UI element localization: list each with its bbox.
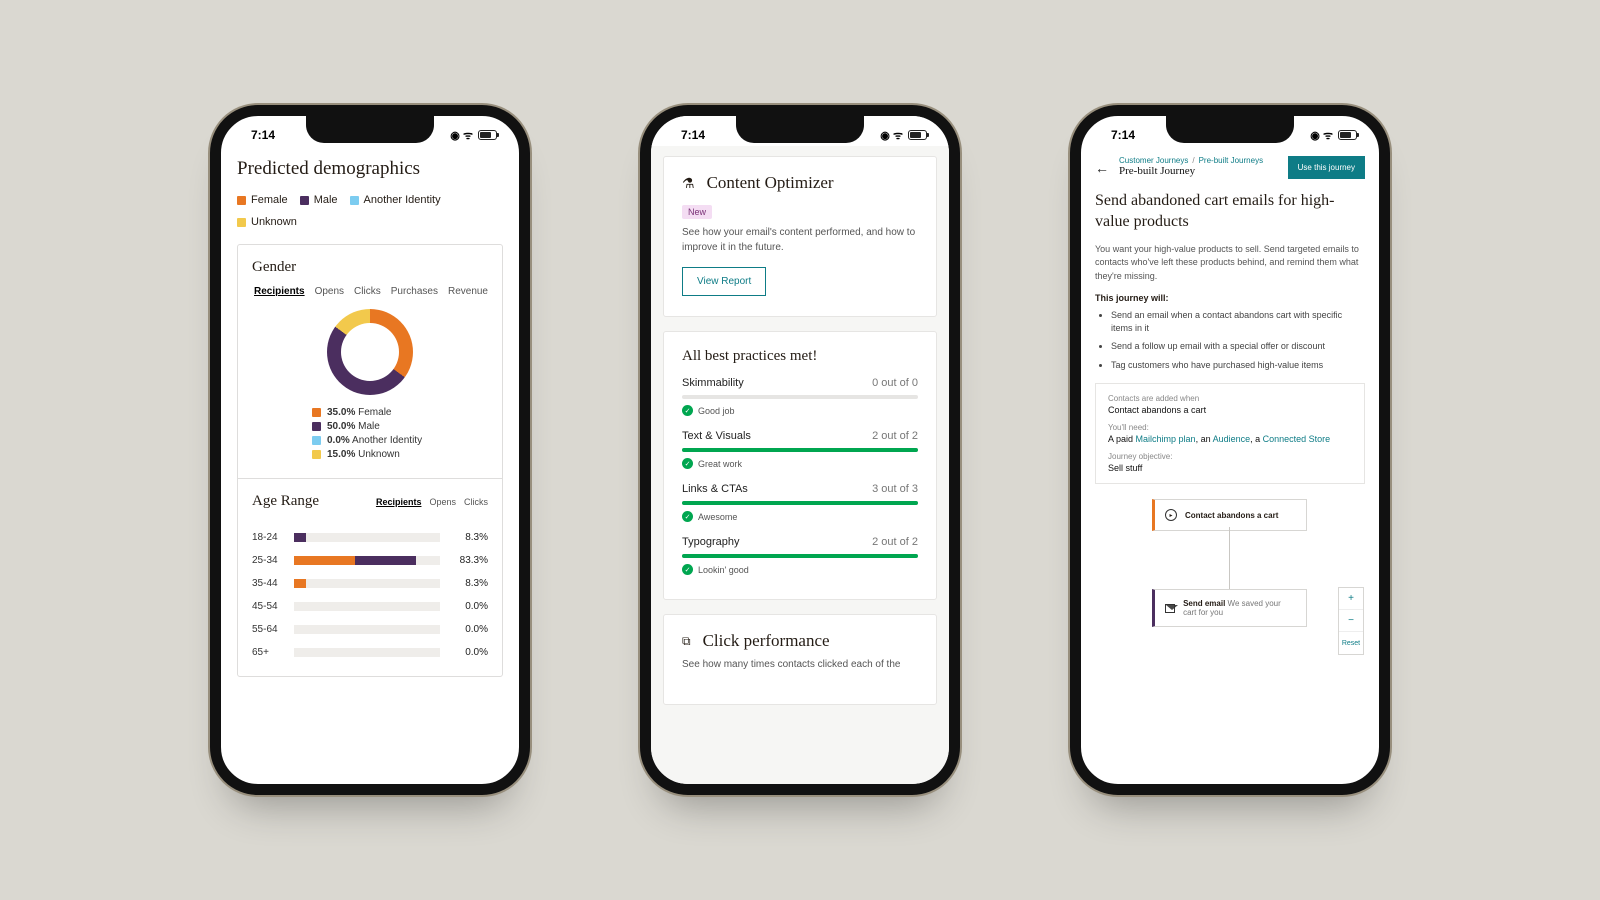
phone-journey: 7:14 ◉ ᯤ ← Customer Journeys / Pre-built… [1070,105,1390,795]
journey-desc: You want your high-value products to sel… [1095,243,1365,284]
trigger-icon: ▸ [1165,509,1177,521]
tab-recipients[interactable]: Recipients [254,286,305,297]
page-title: Predicted demographics [237,158,503,180]
page-header: ← Customer Journeys / Pre-built Journeys… [1095,156,1365,179]
best-practice-item: Skimmability0 out of 0 ✓Good job [682,377,918,416]
best-practices-title: All best practices met! [682,348,918,365]
status-time: 7:14 [681,128,705,142]
best-practice-item: Text & Visuals2 out of 2 ✓Great work [682,430,918,469]
envelope-icon [1165,604,1175,613]
breadcrumb-item[interactable]: Pre-built Journeys [1199,156,1263,165]
status-time: 7:14 [1111,128,1135,142]
gender-legend-row: 50.0% Male [312,421,380,432]
journey-will-list: Send an email when a contact abandons ca… [1095,309,1365,371]
cursor-icon: ⧉ [682,634,691,649]
journey-will-label: This journey will: [1095,293,1365,303]
phone-notch [736,115,864,143]
journey-flow: ▸ Contact abandons a cart Send email We … [1095,498,1365,668]
gender-breakdown: 35.0% Female 50.0% Male 0.0% Another Ident… [252,407,488,460]
zoom-out-button[interactable]: − [1339,610,1363,632]
phone-optimizer: 7:14 ◉ ᯤ ⚗ Content Optimizer New See how… [640,105,960,795]
age-title: Age Range [252,493,319,510]
check-icon: ✓ [682,511,693,522]
zoom-controls: + − Reset [1338,587,1364,655]
flask-icon: ⚗ [682,175,695,192]
zoom-reset-button[interactable]: Reset [1339,632,1363,654]
gender-tabs: Recipients Opens Clicks Purchases Revenu… [252,286,488,297]
optimizer-title: Content Optimizer [707,173,834,193]
content-optimizer-panel: ⚗ Content Optimizer New See how your ema… [663,156,937,317]
optimizer-desc: See how your email's content performed, … [682,225,918,255]
tab-clicks[interactable]: Clicks [354,286,381,297]
gender-legend-row: 15.0% Unknown [312,449,400,460]
age-row: 55-640.0% [252,624,488,635]
battery-icon [478,130,497,140]
phone-notch [306,115,434,143]
status-time: 7:14 [251,128,275,142]
check-icon: ✓ [682,405,693,416]
demographics-card: Gender Recipients Opens Clicks Purchases… [237,244,503,677]
gender-legend-top: Female Male Another Identity Unknown [237,194,503,228]
use-journey-button[interactable]: Use this journey [1288,156,1365,179]
wifi-icon: ◉ ᯤ [880,128,903,143]
battery-icon [908,130,927,140]
need-value: A paid Mailchimp plan, an Audience, a Co… [1108,434,1352,444]
wifi-icon: ◉ ᯤ [1310,128,1333,143]
mailchimp-plan-link[interactable]: Mailchimp plan [1136,434,1196,444]
connected-store-link[interactable]: Connected Store [1263,434,1331,444]
click-perf-desc: See how many times contacts clicked each… [682,657,918,672]
check-icon: ✓ [682,564,693,575]
audience-link[interactable]: Audience [1213,434,1251,444]
age-tab-clicks[interactable]: Clicks [464,497,488,507]
new-badge: New [682,205,712,219]
best-practice-item: Links & CTAs3 out of 3 ✓Awesome [682,483,918,522]
journey-info-card: Contacts are added when Contact abandons… [1095,383,1365,484]
age-tab-recipients[interactable]: Recipients [376,497,422,507]
age-row: 45-540.0% [252,601,488,612]
list-item: Send a follow up email with a special of… [1111,340,1365,353]
header-title: Pre-built Journey [1119,165,1263,178]
age-range-chart: 18-248.3% 25-3483.3% 35-448.3% 45-540.0% 55-… [252,532,488,658]
age-row: 35-448.3% [252,578,488,589]
gender-legend-row: 0.0% Another Identity [312,435,422,446]
check-icon: ✓ [682,458,693,469]
phone-demographics: 7:14 ◉ ᯤ Predicted demographics Female M… [210,105,530,795]
tab-purchases[interactable]: Purchases [391,286,438,297]
journey-title: Send abandoned cart emails for high-valu… [1095,191,1365,233]
age-row: 65+0.0% [252,647,488,658]
tab-revenue[interactable]: Revenue [448,286,488,297]
back-arrow-icon[interactable]: ← [1095,160,1109,176]
breadcrumb: Customer Journeys / Pre-built Journeys [1119,156,1263,165]
best-practices-panel: All best practices met! Skimmability0 ou… [663,331,937,600]
list-item: Tag customers who have purchased high-va… [1111,359,1365,372]
age-row: 25-3483.3% [252,555,488,566]
list-item: Send an email when a contact abandons ca… [1111,309,1365,334]
gender-title: Gender [252,259,488,276]
best-practice-item: Typography2 out of 2 ✓Lookin' good [682,536,918,575]
gender-legend-row: 35.0% Female [312,407,391,418]
click-perf-title: Click performance [703,631,830,651]
view-report-button[interactable]: View Report [682,267,766,296]
breadcrumb-item[interactable]: Customer Journeys [1119,156,1188,165]
battery-icon [1338,130,1357,140]
zoom-in-button[interactable]: + [1339,588,1363,610]
age-row: 18-248.3% [252,532,488,543]
tab-opens[interactable]: Opens [315,286,344,297]
wifi-icon: ◉ ᯤ [450,128,473,143]
flow-email-node[interactable]: Send email We saved your cart for you [1152,589,1307,627]
age-tab-opens[interactable]: Opens [429,497,456,507]
phone-notch [1166,115,1294,143]
gender-donut-chart [327,309,413,395]
click-performance-panel: ⧉ Click performance See how many times c… [663,614,937,705]
flow-connector [1229,527,1230,589]
